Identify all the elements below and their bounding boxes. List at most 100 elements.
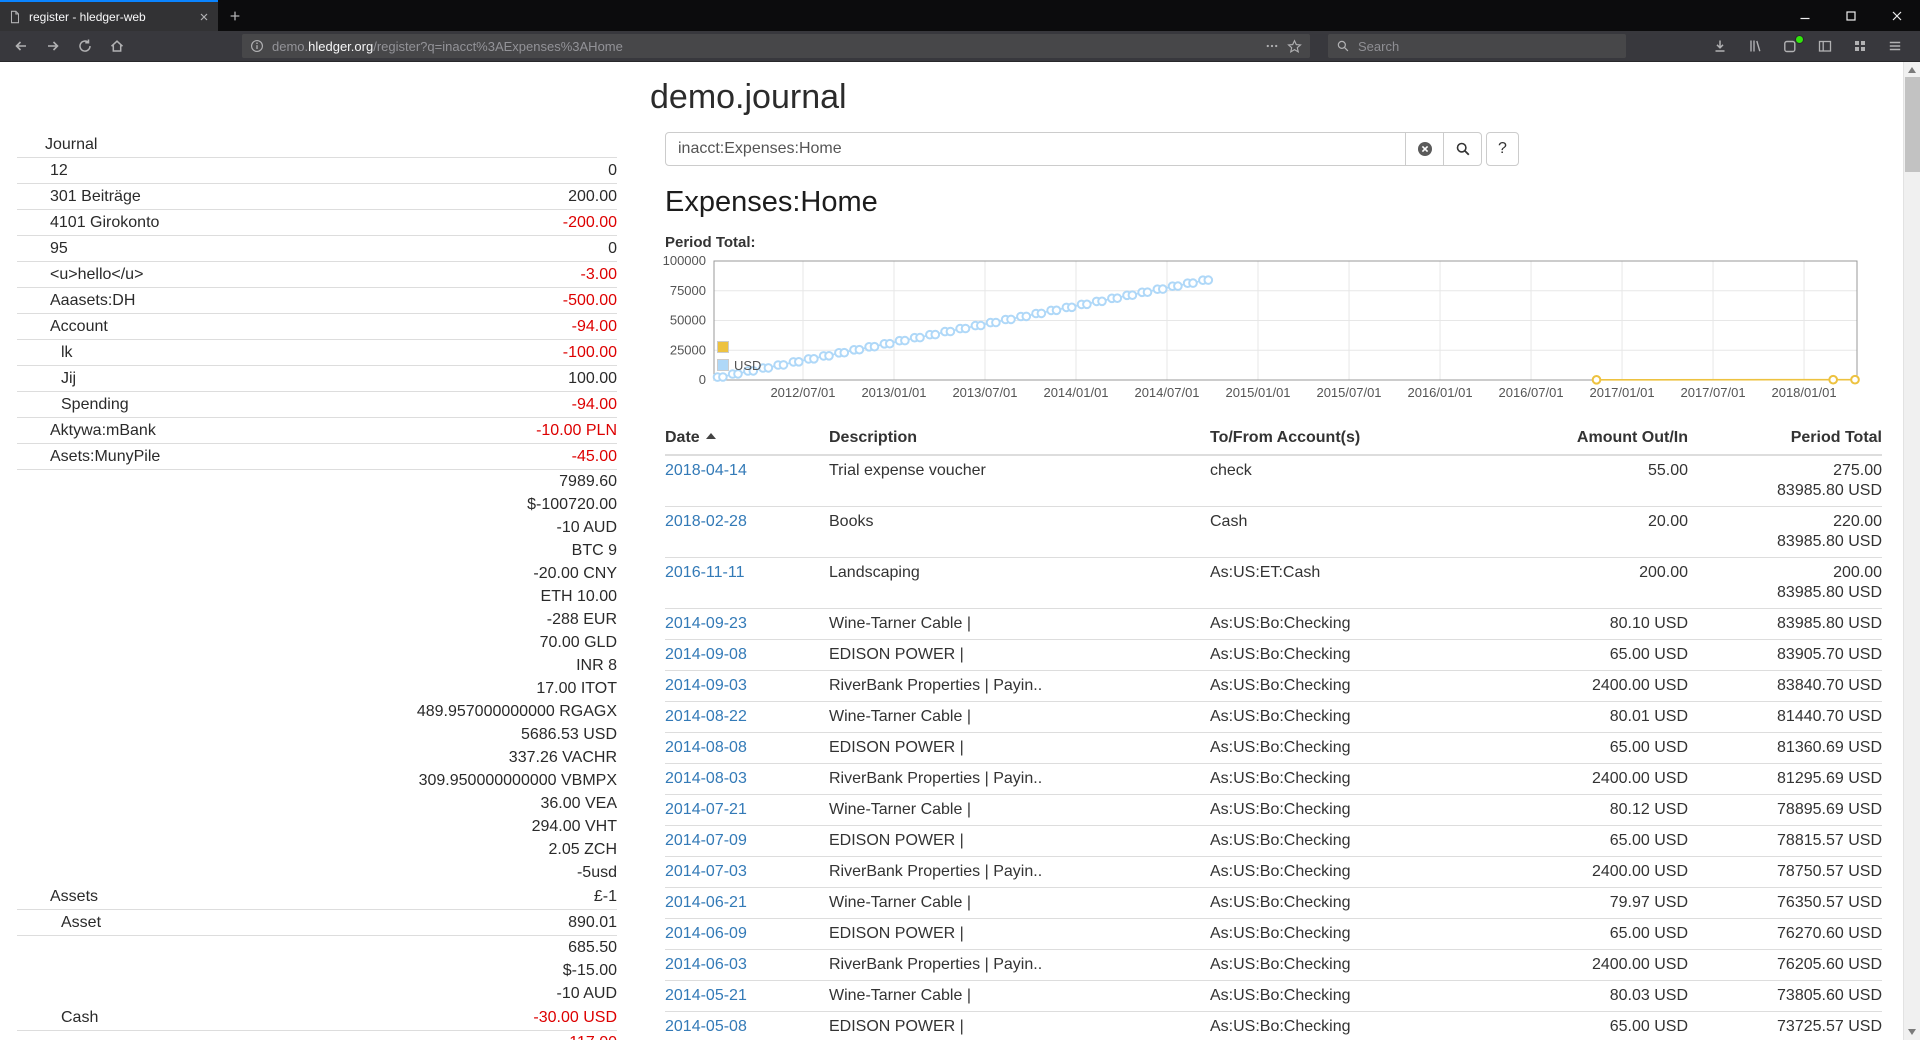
account-name[interactable]: Journal <box>17 132 609 157</box>
transaction-amount: 65.00 USD <box>1488 1012 1688 1040</box>
svg-text:75000: 75000 <box>670 283 706 298</box>
sidebar-balance-row: -117.00 <box>17 1031 617 1040</box>
scroll-down-arrow-icon[interactable] <box>1908 1029 1916 1035</box>
browser-tab[interactable]: register - hledger-web <box>0 0 218 31</box>
account-name[interactable]: 12 <box>17 158 600 183</box>
forward-button[interactable] <box>38 33 68 59</box>
downloads-button[interactable] <box>1705 33 1735 59</box>
sidebar-balance-row: 5686.53 USD <box>17 723 617 746</box>
transaction-amount: 65.00 USD <box>1488 826 1688 857</box>
sidebar-account-row: Journal <box>17 132 617 158</box>
account-name[interactable]: Account <box>17 314 564 339</box>
submit-search-button[interactable] <box>1443 132 1482 166</box>
sidebar-account-row: Aaasets:DH-500.00 <box>17 288 617 314</box>
period-total-value: 83985.80 USD <box>1688 609 1882 640</box>
transaction-date-link[interactable]: 2014-06-09 <box>665 925 747 942</box>
new-tab-button[interactable] <box>218 0 252 31</box>
account-balance: -200.00 <box>555 210 617 235</box>
transaction-date-link[interactable]: 2018-02-28 <box>665 513 747 530</box>
home-button[interactable] <box>102 33 132 59</box>
site-info-icon[interactable] <box>250 39 264 53</box>
svg-text:2013/07/01: 2013/07/01 <box>952 385 1017 400</box>
back-button[interactable] <box>6 33 36 59</box>
account-balance: -10.00 PLN <box>528 418 617 443</box>
scrollbar-thumb[interactable] <box>1905 77 1920 172</box>
transaction-date-link[interactable]: 2014-08-03 <box>665 770 747 787</box>
reload-button[interactable] <box>70 33 100 59</box>
transaction-date-link[interactable]: 2014-06-21 <box>665 894 747 911</box>
svg-text:2015/01/01: 2015/01/01 <box>1225 385 1290 400</box>
window-close-button[interactable] <box>1874 0 1920 31</box>
transaction-date-link[interactable]: 2014-09-03 <box>665 677 747 694</box>
sidebar-account-row: 120 <box>17 158 617 184</box>
account-name[interactable]: Cash <box>17 1005 525 1030</box>
account-name[interactable]: Assets <box>17 884 586 909</box>
account-name[interactable]: 301 Beiträge <box>17 184 560 209</box>
window-maximize-button[interactable] <box>1828 0 1874 31</box>
svg-text:2016/01/01: 2016/01/01 <box>1407 385 1472 400</box>
extension-button[interactable] <box>1775 33 1805 59</box>
apps-button[interactable] <box>1845 33 1875 59</box>
transaction-date-link[interactable]: 2014-07-03 <box>665 863 747 880</box>
transaction-date-link[interactable]: 2014-05-21 <box>665 987 747 1004</box>
transaction-date-link[interactable]: 2016-11-11 <box>665 564 744 581</box>
column-header-date[interactable]: Date <box>665 424 829 455</box>
transaction-amount: 2400.00 USD <box>1488 764 1688 795</box>
account-name[interactable]: 4101 Girokonto <box>17 210 555 235</box>
bookmark-star-icon[interactable] <box>1287 39 1302 54</box>
account-name[interactable]: Jij <box>17 366 560 391</box>
account-name[interactable]: Spending <box>17 392 564 417</box>
account-balance: 36.00 VEA <box>533 792 618 815</box>
period-total-value: 275.0083985.80 USD <box>1688 455 1882 507</box>
window-minimize-button[interactable] <box>1782 0 1828 31</box>
transaction-account: As:US:Bo:Checking <box>1210 857 1488 888</box>
transaction-date-link[interactable]: 2014-05-08 <box>665 1018 747 1035</box>
account-name[interactable]: lk <box>17 340 555 365</box>
account-name[interactable]: Aktywa:mBank <box>17 418 528 443</box>
menu-button[interactable] <box>1880 33 1910 59</box>
transaction-date-link[interactable]: 2014-09-23 <box>665 615 747 632</box>
account-name[interactable]: Asets:MunyPile <box>17 444 564 469</box>
register-row: 2018-02-28BooksCash20.00220.0083985.80 U… <box>665 507 1882 558</box>
transaction-description: EDISON POWER | <box>829 640 1210 671</box>
transaction-date-link[interactable]: 2014-06-03 <box>665 956 747 973</box>
period-total-value: 73725.57 USD <box>1688 1012 1882 1040</box>
sidebar-accounts: Journal120301 Beiträge200.004101 Girokon… <box>17 132 617 1040</box>
period-total-value: 81360.69 USD <box>1688 733 1882 764</box>
query-input[interactable] <box>665 132 1406 166</box>
page-actions-icon[interactable] <box>1265 39 1279 53</box>
sidebar-balance-row: 337.26 VACHR <box>17 746 617 769</box>
scroll-up-arrow-icon[interactable] <box>1908 67 1916 73</box>
tab-close-icon[interactable] <box>198 11 210 23</box>
account-balance: 2.05 ZCH <box>541 838 617 861</box>
sidebar-account-row: Spending-94.00 <box>17 392 617 418</box>
account-name[interactable]: 95 <box>17 236 600 261</box>
account-name[interactable]: <u>hello</u> <box>17 262 573 287</box>
transaction-date-link[interactable]: 2014-07-21 <box>665 801 747 818</box>
transaction-amount: 80.12 USD <box>1488 795 1688 826</box>
period-total-value: 83905.70 USD <box>1688 640 1882 671</box>
help-button[interactable]: ? <box>1486 132 1519 166</box>
account-name[interactable]: Asset <box>17 910 560 935</box>
transaction-account: As:US:Bo:Checking <box>1210 888 1488 919</box>
transaction-date-link[interactable]: 2014-08-08 <box>665 739 747 756</box>
account-balance: -117.00 <box>556 1031 617 1040</box>
transaction-date-link[interactable]: 2014-07-09 <box>665 832 747 849</box>
transaction-date-link[interactable]: 2018-04-14 <box>665 462 747 479</box>
register-chart[interactable]: 2012/07/012013/01/012013/07/012014/01/01… <box>640 250 1880 408</box>
account-balance: 100.00 <box>560 366 617 391</box>
clear-query-button[interactable] <box>1405 132 1444 166</box>
sidebar-toggle-button[interactable] <box>1810 33 1840 59</box>
browser-search-input[interactable]: Search <box>1328 34 1626 58</box>
url-bar[interactable]: demo.hledger.org/register?q=inacct%3AExp… <box>242 34 1310 58</box>
transaction-description: EDISON POWER | <box>829 1012 1210 1040</box>
tab-bar: register - hledger-web <box>0 0 1920 31</box>
svg-text:50000: 50000 <box>670 313 706 328</box>
transaction-date-link[interactable]: 2014-08-22 <box>665 708 747 725</box>
transaction-date-link[interactable]: 2014-09-08 <box>665 646 747 663</box>
transaction-account: Cash <box>1210 507 1488 558</box>
library-button[interactable] <box>1740 33 1770 59</box>
account-name[interactable]: Aaasets:DH <box>17 288 555 313</box>
page-scrollbar[interactable] <box>1903 62 1920 1040</box>
sidebar-balance-row: 489.957000000000 RGAGX <box>17 700 617 723</box>
